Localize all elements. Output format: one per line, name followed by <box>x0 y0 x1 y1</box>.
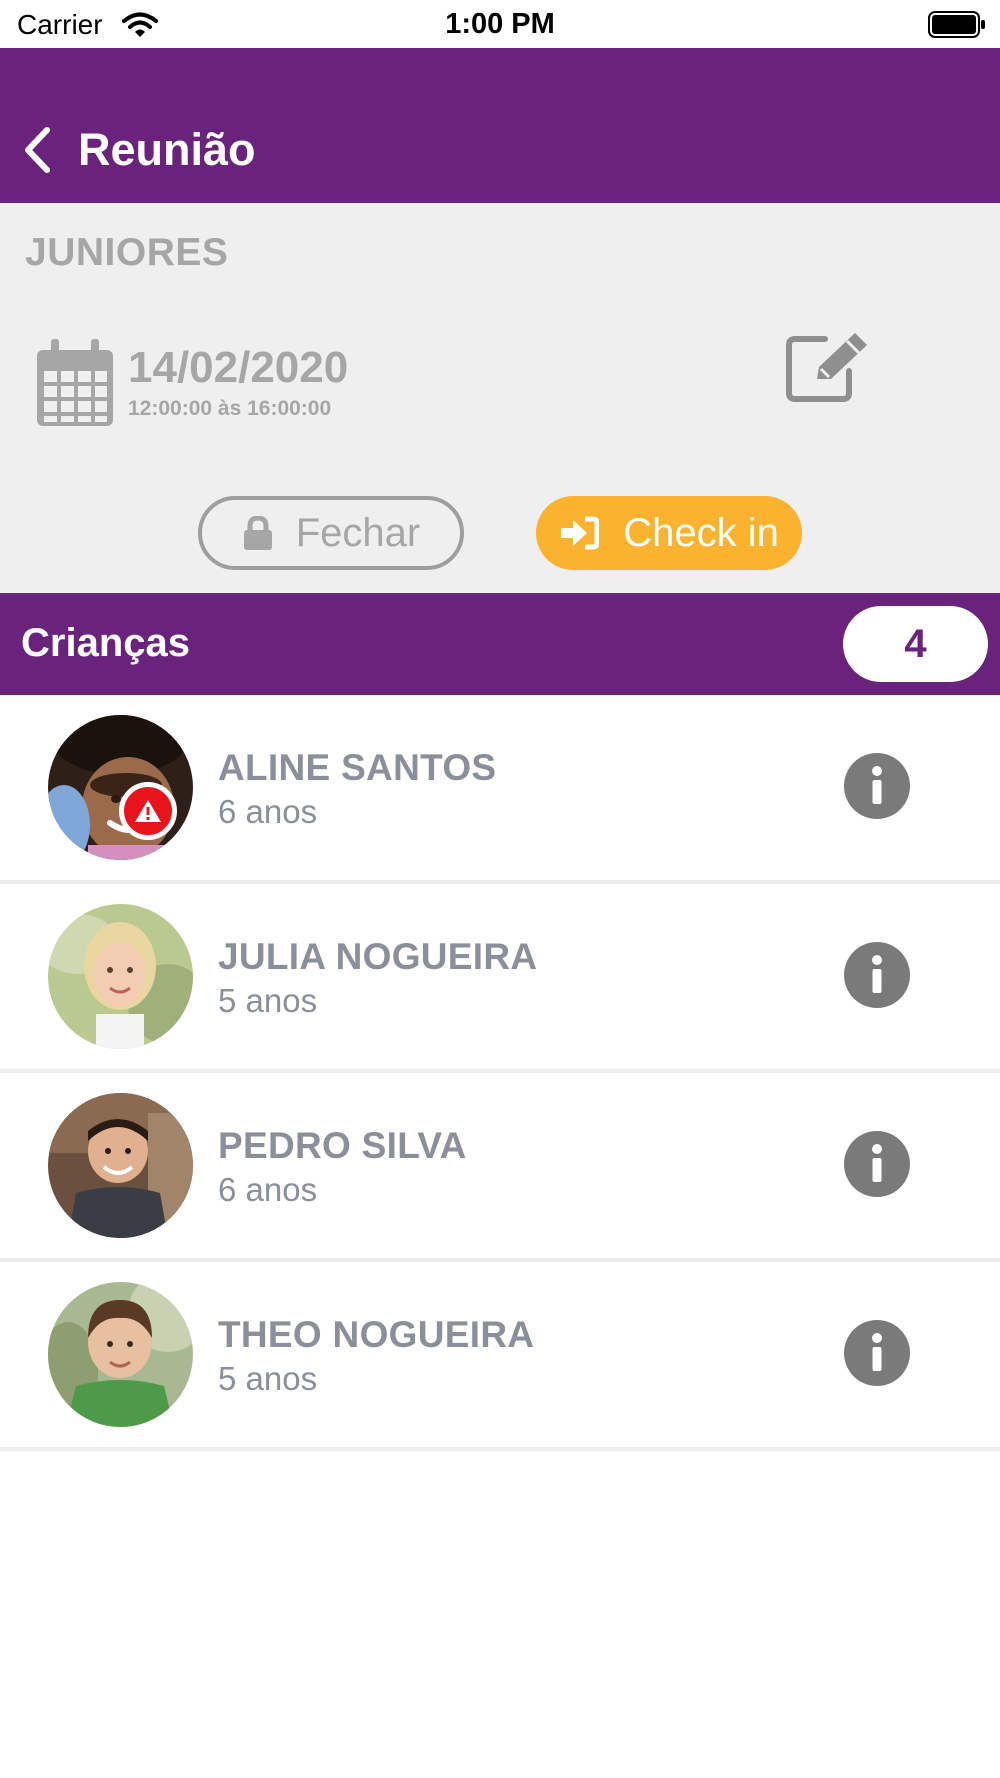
meeting-hours: 12:00:00 às 16:00:00 <box>128 397 332 420</box>
calendar-icon <box>37 339 113 426</box>
info-icon[interactable] <box>844 942 910 1008</box>
edit-icon[interactable] <box>785 331 873 403</box>
avatar <box>48 1282 193 1427</box>
child-age: 6 anos <box>218 1171 318 1208</box>
chevron-left-icon[interactable] <box>22 126 52 174</box>
status-time: 1:00 PM <box>445 8 555 40</box>
alert-badge <box>119 782 177 840</box>
page-title: Reunião <box>78 124 256 175</box>
battery-icon <box>928 11 985 38</box>
children-title: Crianças <box>21 621 190 665</box>
children-list: ALINE SANTOS 6 anos JULIA NOGUEIRA 5 ano… <box>0 695 1000 1451</box>
meeting-info-panel: JUNIORES 14/02/2020 12:00:00 às 16:00:00… <box>0 203 1000 593</box>
sign-in-icon <box>561 516 600 550</box>
group-name: JUNIORES <box>25 231 229 274</box>
child-row[interactable]: ALINE SANTOS 6 anos <box>0 695 1000 884</box>
avatar <box>48 715 193 860</box>
child-name: ALINE SANTOS <box>218 747 497 788</box>
child-row[interactable]: JULIA NOGUEIRA 5 anos <box>0 884 1000 1073</box>
close-button[interactable]: Fechar <box>198 496 464 570</box>
app-header: Reunião <box>0 48 1000 203</box>
child-age: 5 anos <box>218 982 318 1019</box>
children-count-badge: 4 <box>843 606 988 682</box>
status-bar: Carrier 1:00 PM <box>0 0 1000 48</box>
child-row[interactable]: PEDRO SILVA 6 anos <box>0 1073 1000 1262</box>
warning-icon <box>135 800 161 822</box>
check-in-label: Check in <box>623 510 779 555</box>
child-age: 6 anos <box>218 793 318 830</box>
avatar <box>48 904 193 1049</box>
child-name: PEDRO SILVA <box>218 1125 467 1166</box>
check-in-button[interactable]: Check in <box>536 496 802 570</box>
child-name: JULIA NOGUEIRA <box>218 936 538 977</box>
child-age: 5 anos <box>218 1360 318 1397</box>
children-section-header: Crianças 4 <box>0 593 1000 695</box>
info-icon[interactable] <box>844 1131 910 1197</box>
avatar <box>48 1093 193 1238</box>
child-row[interactable]: THEO NOGUEIRA 5 anos <box>0 1262 1000 1451</box>
meeting-date: 14/02/2020 <box>128 343 349 392</box>
close-button-label: Fechar <box>295 510 421 555</box>
lock-icon <box>243 516 272 550</box>
child-name: THEO NOGUEIRA <box>218 1314 535 1355</box>
info-icon[interactable] <box>844 1320 910 1386</box>
info-icon[interactable] <box>844 753 910 819</box>
